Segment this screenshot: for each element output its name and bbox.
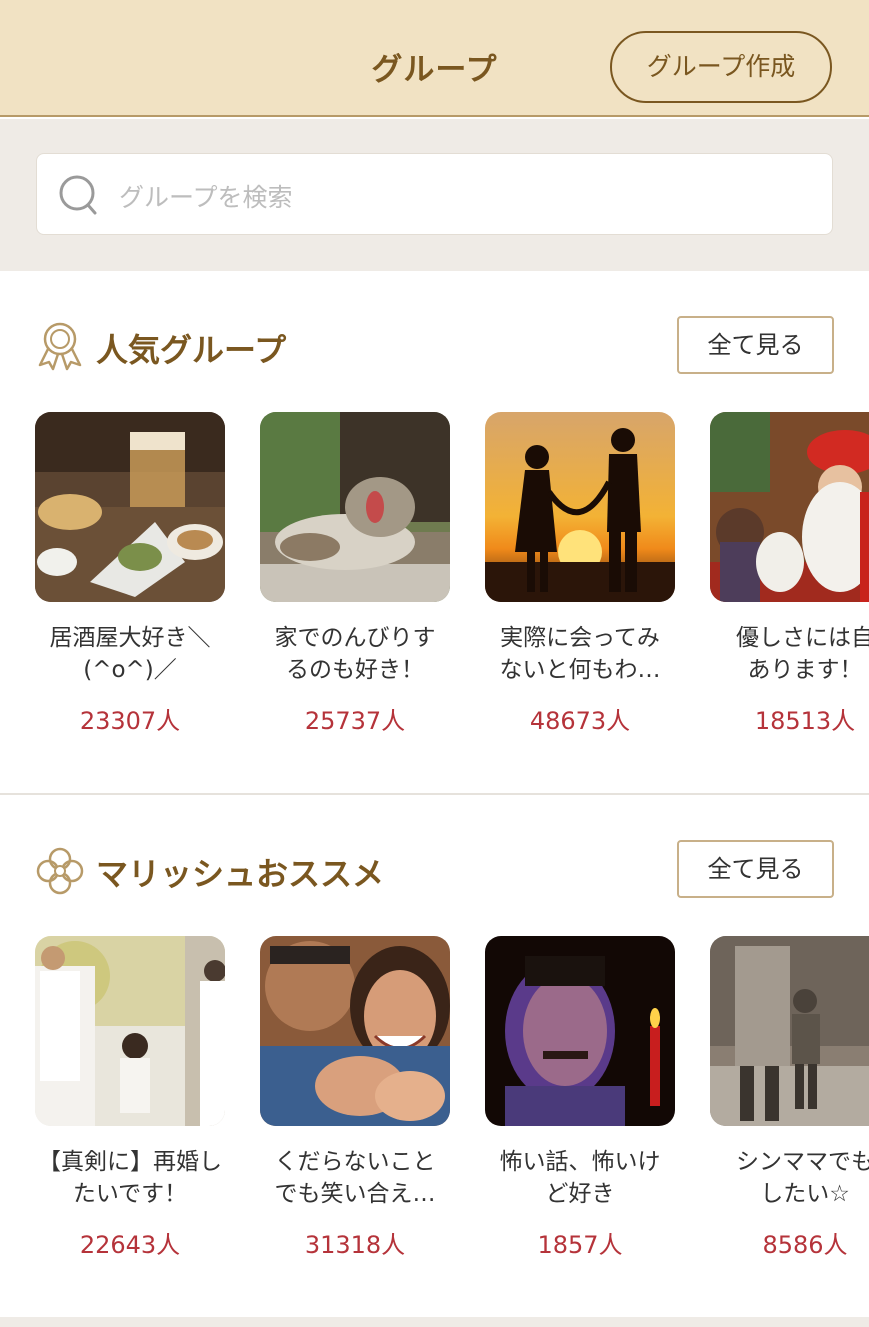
group-name: 実際に会ってみ ないと何もわ… — [499, 625, 661, 683]
group-thumbnail — [35, 412, 225, 602]
clover-icon — [36, 847, 84, 895]
see-all-button[interactable]: 全て見る — [677, 840, 834, 898]
group-thumbnail — [485, 412, 675, 602]
bottom-divider — [0, 1317, 869, 1327]
search-input[interactable]: グループを検索 — [36, 153, 833, 235]
popular-section-header: 人気グループ 全て見る — [0, 271, 869, 411]
member-count: 22643人 — [79, 1231, 181, 1259]
member-count: 31318人 — [304, 1231, 406, 1259]
popular-section: 人気グループ 全て見る 居酒屋大好き＼ (^o^)／ 23307人 家でのんびり… — [0, 271, 869, 793]
member-count: 48673人 — [529, 707, 631, 735]
group-name: 【真剣に】再婚し たいです！ — [38, 1149, 222, 1207]
group-thumbnail — [710, 936, 869, 1126]
recommended-section-header: マリッシュおススメ 全て見る — [0, 795, 869, 935]
see-all-button[interactable]: 全て見る — [677, 316, 834, 374]
group-card[interactable]: くだらないこと でも笑い合え… 31318人 — [260, 936, 450, 1260]
group-name: 家でのんびりす るのも好き！ — [274, 625, 436, 683]
member-count: 1857人 — [537, 1231, 623, 1259]
group-card[interactable]: 実際に会ってみ ないと何もわ… 48673人 — [485, 412, 675, 736]
group-card[interactable]: 居酒屋大好き＼ (^o^)／ 23307人 — [35, 412, 225, 736]
group-name: シンママでも したい☆ — [736, 1149, 869, 1207]
group-card[interactable]: 【真剣に】再婚し たいです！ 22643人 — [35, 936, 225, 1260]
member-count: 8586人 — [762, 1231, 848, 1259]
group-thumbnail — [485, 936, 675, 1126]
group-card[interactable]: シンママでも したい☆ 8586人 — [710, 936, 869, 1260]
app-header: グループ グループ作成 — [0, 0, 869, 117]
member-count: 18513人 — [754, 707, 856, 735]
search-area: グループを検索 — [0, 119, 869, 271]
group-name: 怖い話、怖いけ ど好き — [499, 1149, 661, 1207]
group-thumbnail — [710, 412, 869, 602]
section-title: マリッシュおススメ — [96, 855, 385, 893]
member-count: 23307人 — [79, 707, 181, 735]
group-name: 優しさには自 あります！ — [736, 625, 869, 683]
award-ribbon-icon — [38, 322, 82, 371]
group-name: 居酒屋大好き＼ (^o^)／ — [49, 625, 211, 683]
recommended-card-list[interactable]: 【真剣に】再婚し たいです！ 22643人 くだらないこと でも笑い合え… 31… — [0, 936, 869, 1296]
search-placeholder: グループを検索 — [119, 183, 293, 212]
group-thumbnail — [260, 936, 450, 1126]
popular-card-list[interactable]: 居酒屋大好き＼ (^o^)／ 23307人 家でのんびりす るのも好き！ 257… — [0, 412, 869, 772]
search-icon — [59, 175, 97, 215]
member-count: 25737人 — [304, 707, 406, 735]
group-card[interactable]: 家でのんびりす るのも好き！ 25737人 — [260, 412, 450, 736]
recommended-section: マリッシュおススメ 全て見る 【真剣に】再婚し たいです！ 22643人 くだら… — [0, 795, 869, 1317]
create-group-button[interactable]: グループ作成 — [610, 31, 832, 103]
group-thumbnail — [260, 412, 450, 602]
section-title: 人気グループ — [96, 331, 287, 369]
group-card[interactable]: 怖い話、怖いけ ど好き 1857人 — [485, 936, 675, 1260]
group-name: くだらないこと でも笑い合え… — [274, 1149, 436, 1207]
group-thumbnail — [35, 936, 225, 1126]
group-card[interactable]: 優しさには自 あります！ 18513人 — [710, 412, 869, 736]
